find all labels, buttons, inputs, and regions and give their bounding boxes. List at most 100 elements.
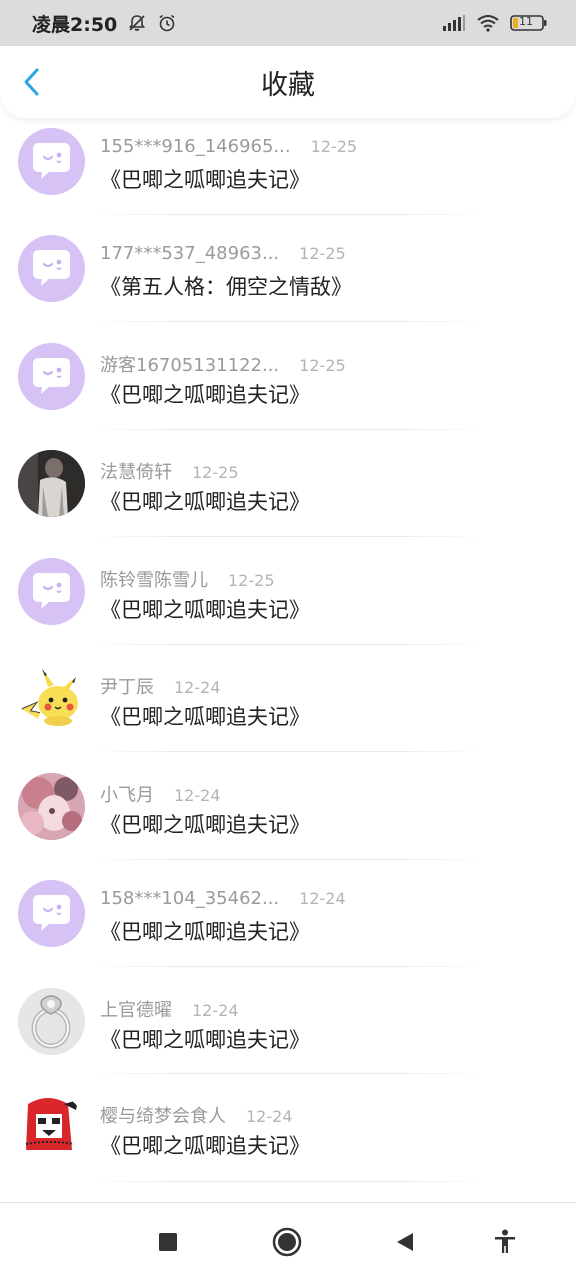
avatar: [18, 558, 85, 625]
back-button[interactable]: [14, 64, 50, 100]
recents-button[interactable]: [151, 1225, 185, 1259]
list-item[interactable]: 尹丁辰 12-24 《巴唧之呱唧追夫记》: [0, 654, 576, 761]
status-bar: 凌晨2:50 11: [0, 0, 576, 46]
triangle-back-icon: [397, 1233, 413, 1251]
item-meta: 158***104_35462... 12-24: [100, 888, 346, 909]
status-left: 凌晨2:50: [32, 10, 177, 37]
avatar: [18, 665, 85, 732]
avatar: [18, 880, 85, 947]
divider: [90, 429, 486, 430]
battery-level: 11: [519, 15, 533, 28]
back-nav-button[interactable]: [388, 1225, 422, 1259]
divider: [90, 536, 486, 537]
pikachu-icon: [21, 669, 78, 726]
list-item[interactable]: 上官德曜 12-24 《巴唧之呱唧追夫记》: [0, 976, 576, 1083]
accessibility-button[interactable]: [488, 1225, 522, 1259]
navigation-bar: [0, 1202, 576, 1280]
list-item[interactable]: 法慧倚轩 12-25 《巴唧之呱唧追夫记》: [0, 439, 576, 546]
avatar: [18, 773, 85, 840]
avatar: [18, 988, 85, 1055]
item-date: 12-25: [192, 463, 239, 482]
chat-bubble-icon: [33, 250, 70, 286]
circle-icon: [272, 1227, 302, 1257]
ring-photo-icon: [18, 988, 85, 1055]
chevron-left-icon: [24, 68, 39, 96]
avatar: [18, 1094, 85, 1161]
item-meta: 尹丁辰 12-24: [100, 673, 221, 699]
item-meta: 法慧倚轩 12-25: [100, 458, 239, 484]
wifi-icon: [476, 14, 500, 32]
battery-icon: 11: [510, 14, 548, 32]
item-date: 12-25: [228, 571, 275, 590]
book-title[interactable]: 《第五人格：佣空之情敌》: [100, 271, 352, 301]
item-meta: 155***916_146965... 12-25: [100, 136, 357, 157]
user-name: 尹丁辰: [100, 677, 154, 698]
avatar: [18, 450, 85, 517]
item-date: 12-25: [299, 244, 346, 263]
user-photo-icon: [18, 773, 85, 840]
book-title[interactable]: 《巴唧之呱唧追夫记》: [100, 486, 310, 516]
book-title[interactable]: 《巴唧之呱唧追夫记》: [100, 916, 310, 946]
list-item[interactable]: 小飞月 12-24 《巴唧之呱唧追夫记》: [0, 762, 576, 869]
book-title[interactable]: 《巴唧之呱唧追夫记》: [100, 1130, 310, 1160]
divider: [90, 966, 486, 967]
item-date: 12-24: [174, 786, 221, 805]
divider: [90, 321, 486, 322]
item-meta: 陈铃雪陈雪儿 12-25: [100, 566, 275, 592]
item-meta: 上官德曜 12-24: [100, 996, 239, 1022]
signal-icon: [442, 14, 466, 32]
list-item[interactable]: 樱与绮梦会食人 12-24 《巴唧之呱唧追夫记》: [0, 1084, 576, 1191]
book-title[interactable]: 《巴唧之呱唧追夫记》: [100, 809, 310, 839]
divider: [90, 214, 486, 215]
book-title[interactable]: 《巴唧之呱唧追夫记》: [100, 1024, 310, 1054]
item-date: 12-24: [299, 889, 346, 908]
user-name: 法慧倚轩: [100, 462, 172, 483]
item-meta: 小飞月 12-24: [100, 781, 221, 807]
chat-bubble-icon: [33, 895, 70, 931]
item-date: 12-25: [299, 356, 346, 375]
divider: [90, 859, 486, 860]
list-item[interactable]: 177***537_48963... 12-25 《第五人格：佣空之情敌》: [0, 225, 576, 332]
item-meta: 樱与绮梦会食人 12-24: [100, 1102, 293, 1128]
divider: [90, 751, 486, 752]
header-bar: 收藏: [0, 46, 576, 118]
list-item[interactable]: 155***916_146965... 12-25 《巴唧之呱唧追夫记》: [0, 118, 576, 225]
user-name: 上官德曜: [100, 1000, 172, 1021]
list-item[interactable]: 158***104_35462... 12-24 《巴唧之呱唧追夫记》: [0, 869, 576, 976]
item-date: 12-24: [192, 1001, 239, 1020]
square-icon: [159, 1233, 177, 1251]
chat-bubble-icon: [33, 358, 70, 394]
book-title[interactable]: 《巴唧之呱唧追夫记》: [100, 701, 310, 731]
status-right: 11: [442, 14, 548, 32]
user-name: 158***104_35462...: [100, 888, 280, 909]
status-time: 凌晨2:50: [32, 13, 118, 36]
chat-bubble-icon: [33, 573, 70, 609]
divider: [90, 1181, 486, 1182]
user-name: 小飞月: [100, 785, 154, 806]
home-button[interactable]: [270, 1225, 304, 1259]
user-name: 177***537_48963...: [100, 243, 280, 264]
item-meta: 游客16705131122... 12-25: [100, 351, 346, 377]
item-date: 12-25: [310, 137, 358, 156]
divider: [90, 1073, 486, 1074]
user-name: 游客16705131122...: [100, 355, 280, 376]
mute-notification-icon: [127, 13, 147, 33]
list-item[interactable]: 陈铃雪陈雪儿 12-25 《巴唧之呱唧追夫记》: [0, 547, 576, 654]
anime-character-icon: [18, 1094, 85, 1161]
user-name: 155***916_146965...: [100, 136, 291, 157]
alarm-icon: [157, 13, 177, 33]
user-name: 陈铃雪陈雪儿: [100, 570, 208, 591]
user-photo-icon: [18, 450, 85, 517]
book-title[interactable]: 《巴唧之呱唧追夫记》: [100, 379, 310, 409]
avatar: [18, 128, 85, 195]
user-name: 樱与绮梦会食人: [100, 1106, 226, 1127]
avatar: [18, 235, 85, 302]
item-meta: 177***537_48963... 12-25: [100, 243, 346, 264]
book-title[interactable]: 《巴唧之呱唧追夫记》: [100, 164, 310, 194]
accessibility-icon: [495, 1229, 515, 1253]
book-title[interactable]: 《巴唧之呱唧追夫记》: [100, 594, 310, 624]
item-date: 12-24: [174, 678, 221, 697]
list-item[interactable]: 游客16705131122... 12-25 《巴唧之呱唧追夫记》: [0, 332, 576, 439]
avatar: [18, 343, 85, 410]
favorites-list[interactable]: 155***916_146965... 12-25 《巴唧之呱唧追夫记》 177…: [0, 118, 576, 1202]
